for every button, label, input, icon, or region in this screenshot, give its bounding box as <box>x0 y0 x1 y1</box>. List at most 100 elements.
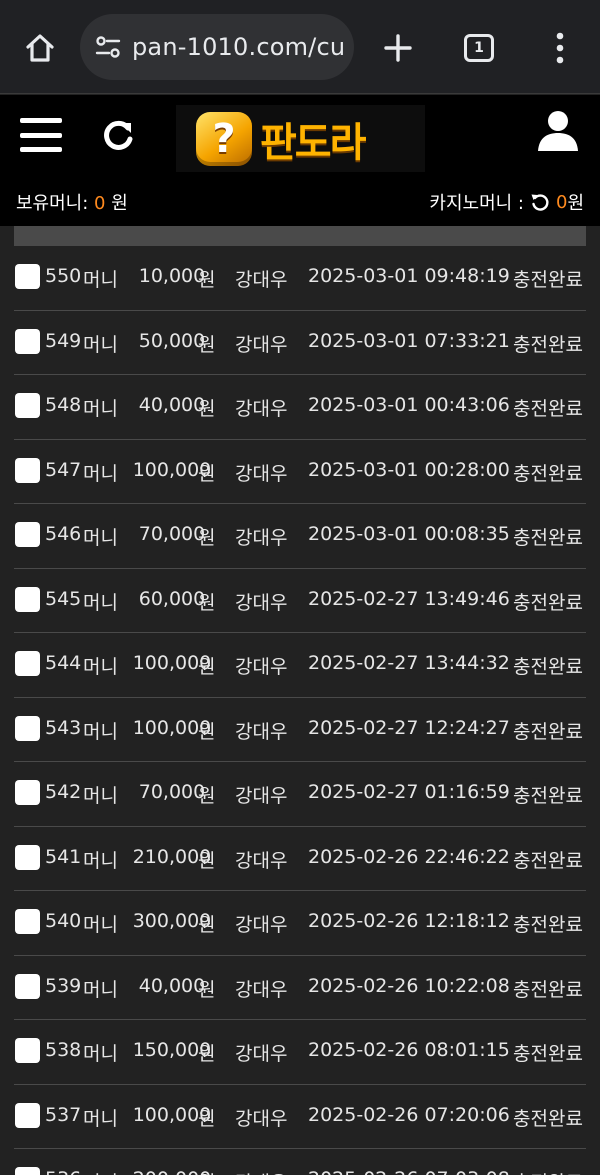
row-id: 548 <box>45 394 82 416</box>
row-date: 2025-03-01 09:48:19 <box>308 265 510 287</box>
row-date: 2025-02-27 13:44:32 <box>308 652 510 674</box>
table-row: 539 머니 40,000 원 강대우 2025-02-26 10:22:08 … <box>14 956 586 1020</box>
row-type: 머니 <box>83 1168 118 1175</box>
row-checkbox[interactable] <box>15 780 40 805</box>
row-checkbox[interactable] <box>15 1167 40 1175</box>
table-row: 545 머니 60,000 원 강대우 2025-02-27 13:49:46 … <box>14 569 586 633</box>
row-unit: 원 <box>198 398 216 420</box>
row-checkbox[interactable] <box>15 651 40 676</box>
table-row: 538 머니 150,000 원 강대우 2025-02-26 08:01:15… <box>14 1020 586 1085</box>
row-date: 2025-03-01 00:28:00 <box>308 458 510 481</box>
row-status: 충전완료 <box>513 527 583 549</box>
row-id: 543 <box>45 716 82 739</box>
row-status: 충전완료 <box>513 720 583 743</box>
logo-text: 판도라 <box>260 119 366 166</box>
site-header: ? 판도라 보유머니: 0 원 카지노머니 : 0 원 <box>0 95 600 226</box>
user-icon[interactable] <box>537 109 579 153</box>
row-unit: 원 <box>198 527 216 549</box>
tab-switcher-button[interactable]: 1 <box>464 34 494 62</box>
row-id: 546 <box>45 523 82 545</box>
row-type: 머니 <box>83 785 118 807</box>
row-date: 2025-03-01 07:33:21 <box>308 329 510 352</box>
row-id: 540 <box>45 910 82 932</box>
site-settings-icon[interactable] <box>92 31 124 63</box>
row-status: 충전완료 <box>513 591 583 614</box>
table-row: 541 머니 210,000 원 강대우 2025-02-26 22:46:22… <box>14 827 586 891</box>
money-balance: 보유머니: 0 원 <box>16 193 128 214</box>
row-name: 강대우 <box>235 527 288 549</box>
row-name: 강대우 <box>235 333 288 356</box>
row-status: 충전완료 <box>513 333 583 356</box>
row-type: 머니 <box>83 591 118 614</box>
money-balance-value: 0 <box>94 193 106 214</box>
row-checkbox[interactable] <box>15 844 40 870</box>
row-checkbox[interactable] <box>15 715 40 741</box>
row-name: 강대우 <box>235 1168 287 1175</box>
row-type: 머니 <box>83 527 118 549</box>
row-name: 강대우 <box>235 914 288 936</box>
row-checkbox[interactable] <box>15 393 40 418</box>
row-id: 544 <box>45 652 82 674</box>
row-date: 2025-02-27 13:49:46 <box>308 587 510 610</box>
hamburger-menu-icon[interactable] <box>20 115 62 155</box>
row-date: 2025-02-27 12:24:27 <box>308 716 510 739</box>
row-type: 머니 <box>83 398 118 420</box>
row-status: 충전완료 <box>513 978 583 1001</box>
row-unit: 원 <box>198 333 216 356</box>
new-tab-icon[interactable] <box>376 26 420 70</box>
row-status: 충전완료 <box>513 398 583 420</box>
row-checkbox[interactable] <box>15 328 40 354</box>
row-checkbox[interactable] <box>15 973 40 999</box>
casino-balance-value: 0 <box>555 191 568 213</box>
row-type: 머니 <box>83 333 118 356</box>
row-status: 충전완료 <box>513 914 583 936</box>
address-bar[interactable]: pan-1010.com/cu <box>80 14 354 80</box>
casino-balance: 카지노머니 : 0 원 <box>429 191 584 215</box>
row-unit: 원 <box>198 1168 215 1175</box>
row-checkbox[interactable] <box>15 522 40 547</box>
row-unit: 원 <box>198 785 216 807</box>
row-id: 550 <box>45 265 82 287</box>
row-status: 충전완료 <box>513 849 583 872</box>
row-status: 충전완료 <box>513 269 583 291</box>
row-name: 강대우 <box>235 398 288 420</box>
row-checkbox[interactable] <box>15 264 40 289</box>
table-row: 550 머니 10,000 원 강대우 2025-03-01 09:48:19 … <box>14 246 586 311</box>
row-id: 539 <box>45 974 82 997</box>
row-name: 강대우 <box>235 591 288 614</box>
home-icon[interactable] <box>18 26 62 70</box>
row-date: 2025-02-27 01:16:59 <box>308 781 510 803</box>
row-type: 머니 <box>83 849 118 872</box>
row-unit: 원 <box>198 656 216 678</box>
row-checkbox[interactable] <box>15 1102 40 1128</box>
row-id: 542 <box>45 781 82 803</box>
row-type: 머니 <box>83 462 118 485</box>
row-unit: 원 <box>198 914 216 936</box>
more-menu-icon[interactable] <box>545 26 575 70</box>
deposit-history-list: 550 머니 10,000 원 강대우 2025-03-01 09:48:19 … <box>14 246 586 1175</box>
row-status: 충전완료 <box>513 656 583 678</box>
row-id: 547 <box>45 458 82 481</box>
balance-row: 보유머니: 0 원 카지노머니 : 0 원 <box>0 187 600 217</box>
row-checkbox[interactable] <box>15 586 40 612</box>
casino-refresh-icon[interactable] <box>530 192 550 212</box>
table-row: 548 머니 40,000 원 강대우 2025-03-01 00:43:06 … <box>14 375 586 440</box>
site-logo[interactable]: ? 판도라 <box>176 105 425 172</box>
table-row: 547 머니 100,000 원 강대우 2025-03-01 00:28:00… <box>14 440 586 504</box>
row-name: 강대우 <box>235 656 288 678</box>
logo-badge: ? <box>196 111 252 166</box>
row-id: 541 <box>45 845 82 868</box>
row-unit: 원 <box>198 1043 216 1065</box>
row-type: 머니 <box>83 1107 118 1130</box>
refresh-icon[interactable] <box>98 115 138 155</box>
row-date: 2025-02-26 08:01:15 <box>308 1039 510 1061</box>
row-checkbox[interactable] <box>15 457 40 483</box>
row-unit: 원 <box>198 1107 216 1130</box>
row-name: 강대우 <box>235 785 288 807</box>
row-type: 머니 <box>83 978 118 1001</box>
row-date: 2025-02-26 07:20:06 <box>308 1103 510 1126</box>
row-checkbox[interactable] <box>15 1038 40 1063</box>
row-name: 강대우 <box>235 1107 288 1130</box>
table-row: 542 머니 70,000 원 강대우 2025-02-27 01:16:59 … <box>14 762 586 827</box>
row-checkbox[interactable] <box>15 909 40 934</box>
